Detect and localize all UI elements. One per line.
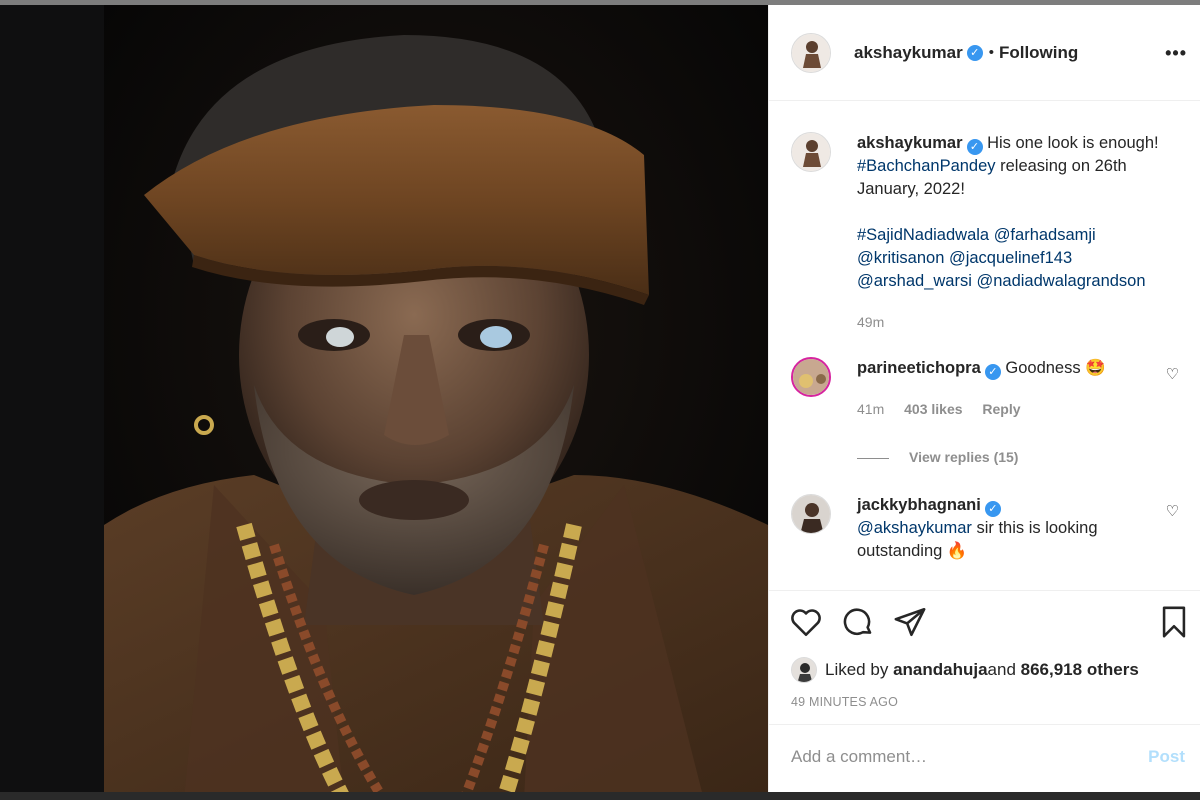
verified-badge-icon: ✓ xyxy=(966,44,983,61)
caption-text: akshaykumar ✓ His one look is enough! #Ba… xyxy=(857,132,1177,293)
mention-link[interactable]: @kritisanon xyxy=(857,249,944,267)
comment-like-heart-icon[interactable]: ♡ xyxy=(1166,502,1179,520)
backdrop-bottom xyxy=(0,792,1200,800)
comment-likes[interactable]: 403 likes xyxy=(904,401,962,417)
liker-username[interactable]: anandahuja xyxy=(893,660,987,680)
comment-text: jackkybhagnani ✓ @akshaykumar sir this is… xyxy=(857,494,1177,563)
commenter-avatar[interactable] xyxy=(791,494,831,534)
post-header: akshaykumar ✓ • Following ••• xyxy=(769,5,1200,101)
view-replies-label: View replies (15) xyxy=(909,449,1019,465)
hashtag-link[interactable]: #SajidNadiadwala xyxy=(857,226,989,244)
caption-meta: 49m xyxy=(857,314,900,330)
replies-line xyxy=(857,457,889,459)
caption-username[interactable]: akshaykumar xyxy=(857,134,963,152)
liked-by: Liked by anandahuja and 866,918 others xyxy=(791,657,1139,683)
mention-link[interactable]: @nadiadwalagrandson xyxy=(976,272,1145,290)
liked-by-middle: and xyxy=(987,660,1016,679)
comment-icon[interactable] xyxy=(841,605,875,644)
reply-button[interactable]: Reply xyxy=(982,401,1020,417)
post-comment-button[interactable]: Post xyxy=(1148,747,1185,767)
caption-body-1: His one look is enough! xyxy=(987,134,1159,152)
mention-link[interactable]: @farhadsamji xyxy=(994,226,1096,244)
comment-body: Goodness 🤩 xyxy=(1005,359,1106,377)
comment-username[interactable]: parineetichopra xyxy=(857,359,981,377)
backdrop-left xyxy=(0,5,104,800)
author-username[interactable]: akshaykumar xyxy=(854,43,963,63)
add-comment-bar: Add a comment… Post xyxy=(769,724,1200,792)
liked-by-prefix: Liked by xyxy=(825,660,889,679)
verified-badge-icon: ✓ xyxy=(966,139,983,155)
mention-link[interactable]: @arshad_warsi xyxy=(857,272,972,290)
verified-badge-icon: ✓ xyxy=(984,364,1001,380)
post-details-panel: akshaykumar ✓ • Following ••• akshaykuma… xyxy=(768,5,1200,792)
portrait-illustration xyxy=(104,5,768,800)
comments-list[interactable]: akshaykumar ✓ His one look is enough! #Ba… xyxy=(769,102,1200,590)
post-actions: Liked by anandahuja and 866,918 others 4… xyxy=(769,590,1200,720)
commenter-avatar[interactable] xyxy=(791,357,831,397)
hashtag-link[interactable]: #BachchanPandey xyxy=(857,157,996,175)
comment-like-heart-icon[interactable]: ♡ xyxy=(1166,365,1179,383)
following-button[interactable]: Following xyxy=(999,43,1078,63)
caption-time[interactable]: 49m xyxy=(857,314,884,330)
bookmark-icon[interactable] xyxy=(1157,605,1191,644)
view-replies-button[interactable]: View replies (15) xyxy=(857,449,1018,465)
more-options-icon[interactable]: ••• xyxy=(1165,43,1187,64)
mention-link[interactable]: @jacquelinef143 xyxy=(949,249,1072,267)
verified-badge-icon: ✓ xyxy=(984,501,1001,517)
comment-meta: 41m 403 likes Reply xyxy=(857,401,1037,417)
share-icon[interactable] xyxy=(893,605,927,644)
comment-username[interactable]: jackkybhagnani xyxy=(857,496,981,514)
separator-dot: • xyxy=(988,44,994,61)
post-time-ago[interactable]: 49 MINUTES AGO xyxy=(791,695,898,709)
post-image[interactable] xyxy=(104,5,768,800)
author-avatar[interactable] xyxy=(791,32,831,73)
liker-avatar[interactable] xyxy=(791,657,817,683)
comment-time[interactable]: 41m xyxy=(857,401,884,417)
mention-link[interactable]: @akshaykumar xyxy=(857,519,972,537)
caption-avatar[interactable] xyxy=(791,132,831,172)
heart-icon[interactable] xyxy=(789,605,823,644)
comment-text: parineetichopra ✓ Goodness 🤩 xyxy=(857,357,1177,380)
likes-count[interactable]: 866,918 others xyxy=(1021,660,1139,680)
comment-input[interactable]: Add a comment… xyxy=(791,747,927,767)
